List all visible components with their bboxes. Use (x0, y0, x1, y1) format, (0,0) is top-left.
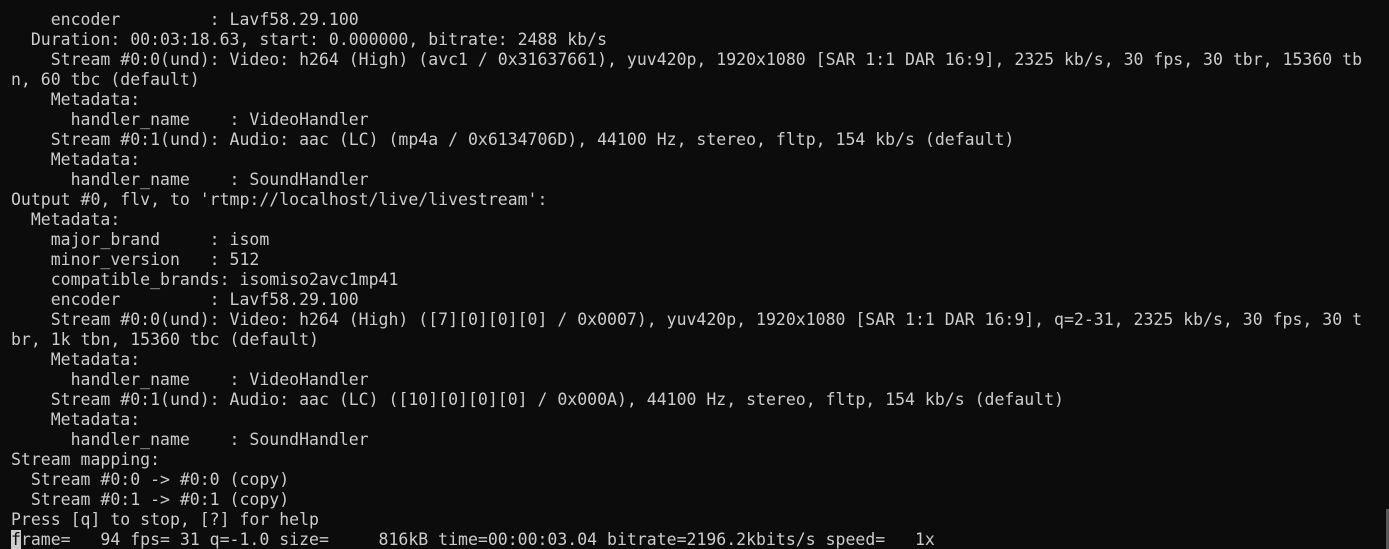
output-line: Metadata: (11, 90, 141, 109)
vertical-scrollbar[interactable] (1383, 0, 1389, 549)
output-line: Metadata: (11, 210, 121, 229)
output-line: handler_name : SoundHandler (11, 430, 369, 449)
text-cursor: f (11, 530, 21, 549)
output-line: encoder : Lavf58.29.100 (11, 10, 359, 29)
output-line: Stream #0:0(und): Video: h264 (High) (av… (11, 50, 1363, 69)
output-line: br, 1k tbn, 15360 tbc (default) (11, 330, 319, 349)
output-line: minor_version : 512 (11, 250, 260, 269)
output-line: Stream #0:0 -> #0:0 (copy) (11, 470, 290, 489)
output-line: Stream #0:1(und): Audio: aac (LC) ([10][… (11, 390, 1064, 409)
output-line: Duration: 00:03:18.63, start: 0.000000, … (11, 30, 608, 49)
output-line: Metadata: (11, 150, 141, 169)
output-line: major_brand : isom (11, 230, 270, 249)
progress-line: frame= 94 fps= 31 q=-1.0 size= 816kB tim… (11, 530, 1389, 549)
output-line: compatible_brands: isomiso2avc1mp41 (11, 270, 399, 289)
output-line: encoder : Lavf58.29.100 (11, 290, 359, 309)
progress-status: rame= 94 fps= 31 q=-1.0 size= 816kB time… (20, 530, 935, 549)
output-line: Metadata: (11, 410, 141, 429)
output-line: Stream #0:1(und): Audio: aac (LC) (mp4a … (11, 130, 1015, 149)
output-line: handler_name : VideoHandler (11, 110, 369, 129)
output-line: Output #0, flv, to 'rtmp://localhost/liv… (11, 190, 548, 209)
output-line: Stream mapping: (11, 450, 161, 469)
output-line: Stream #0:0(und): Video: h264 (High) ([7… (11, 310, 1363, 329)
output-line: handler_name : SoundHandler (11, 170, 369, 189)
output-line: Stream #0:1 -> #0:1 (copy) (11, 490, 290, 509)
output-line: Press [q] to stop, [?] for help (11, 510, 319, 529)
terminal-window[interactable]: encoder : Lavf58.29.100 Duration: 00:03:… (0, 0, 1389, 549)
output-line: n, 60 tbc (default) (11, 70, 200, 89)
output-line: Metadata: (11, 350, 141, 369)
terminal-output: encoder : Lavf58.29.100 Duration: 00:03:… (11, 10, 1389, 549)
output-line: handler_name : VideoHandler (11, 370, 369, 389)
